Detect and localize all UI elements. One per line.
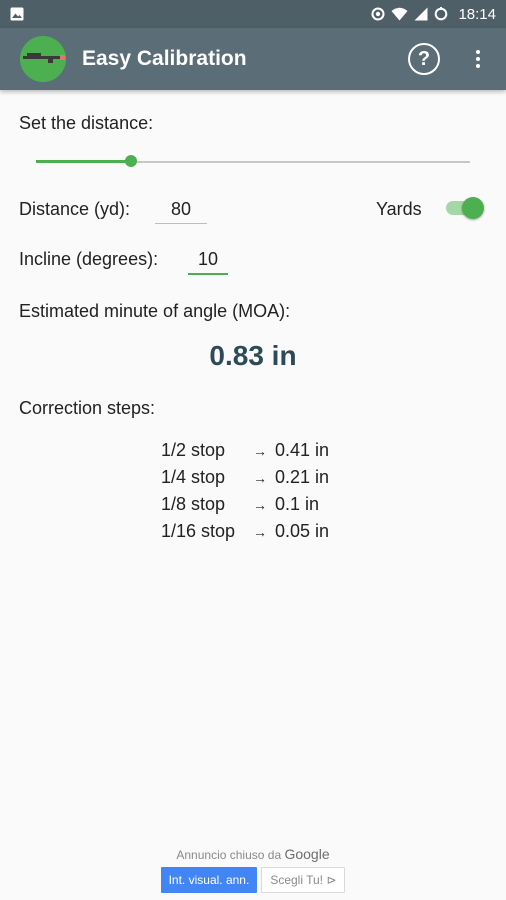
arrow-right-icon: → (253, 496, 267, 513)
app-bar: Easy Calibration ? (0, 28, 506, 90)
battery-icon (435, 7, 448, 21)
moa-label: Estimated minute of angle (MOA): (19, 301, 291, 321)
list-item: 1/2 stop → 0.41 in (161, 437, 329, 464)
app-title: Easy Calibration (82, 47, 247, 70)
arrow-right-icon: → (253, 442, 267, 459)
incline-input[interactable]: 10 (188, 249, 228, 275)
status-bar: 18:14 (0, 0, 506, 28)
step-value: 0.05 in (275, 521, 330, 541)
step-label: 1/4 stop (161, 467, 226, 487)
correction-steps-list: 1/2 stop → 0.41 in 1/4 stop → 0.21 in 1/… (161, 437, 329, 545)
help-button[interactable]: ? (408, 43, 440, 75)
sync-icon (371, 7, 385, 21)
slider-thumb[interactable] (125, 155, 138, 167)
list-item: 1/16 stop → 0.05 in (161, 518, 329, 545)
ad-settings-button[interactable]: Int. visual. ann. (160, 867, 258, 893)
ad-closed-text: Annuncio chiuso da Google (176, 846, 330, 862)
step-value: 0.41 in (275, 440, 330, 460)
image-icon (10, 7, 24, 21)
step-label: 1/8 stop (161, 494, 226, 514)
status-time: 18:14 (458, 5, 496, 23)
set-distance-label: Set the distance: (19, 113, 154, 133)
yards-label: Yards (376, 199, 422, 219)
step-label: 1/2 stop (161, 440, 226, 460)
wifi-icon (391, 7, 408, 21)
toggle-knob (462, 197, 484, 219)
more-vert-icon (476, 50, 480, 54)
app-logo-icon (20, 36, 66, 82)
moa-value: 0.83 in (209, 340, 297, 371)
list-item: 1/4 stop → 0.21 in (161, 464, 329, 491)
google-logo: Google (284, 846, 330, 862)
help-icon: ? (417, 47, 431, 70)
slider-fill (36, 160, 132, 163)
ad-banner: Annuncio chiuso da Google Int. visual. a… (0, 846, 506, 893)
list-item: 1/8 stop → 0.1 in (161, 491, 329, 518)
distance-label: Distance (yd): (19, 199, 131, 219)
distance-input[interactable]: 80 (155, 199, 207, 224)
signal-icon (414, 7, 428, 21)
arrow-right-icon: → (253, 469, 267, 486)
arrow-right-icon: → (253, 523, 267, 540)
correction-steps-label: Correction steps: (19, 398, 156, 418)
incline-label: Incline (degrees): (19, 249, 159, 269)
step-value: 0.21 in (275, 467, 330, 487)
yards-toggle[interactable] (446, 197, 484, 219)
more-options-button[interactable] (468, 43, 488, 75)
ad-choices-button[interactable]: Scegli Tu! ⊳ (261, 867, 346, 893)
step-label: 1/16 stop (161, 521, 236, 541)
step-value: 0.1 in (275, 494, 320, 514)
distance-slider[interactable] (36, 155, 470, 167)
